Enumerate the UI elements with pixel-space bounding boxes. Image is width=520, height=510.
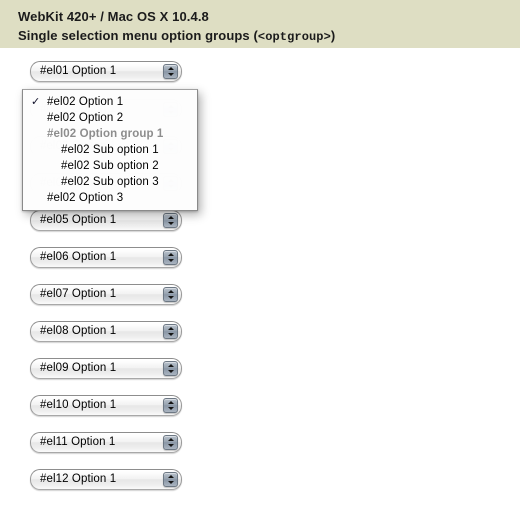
menu-item-label: #el02 Sub option 1 <box>61 144 159 156</box>
check-icon: ✓ <box>31 96 41 108</box>
select-stepper-arrows-icon[interactable] <box>163 213 178 228</box>
menu-item-label: #el02 Option 3 <box>47 192 124 204</box>
header-line2-suffix: ) <box>330 28 336 43</box>
chevron-down-icon <box>167 444 174 447</box>
chevron-up-icon <box>167 67 174 70</box>
menu-item-label: #el02 Sub option 3 <box>61 176 159 188</box>
menu-item-label: #el02 Option group 1 <box>47 128 164 140</box>
select-stepper-arrows-icon[interactable] <box>163 398 178 413</box>
select-value-el05: #el05 Option 1 <box>40 214 117 226</box>
select-el05[interactable]: #el05 Option 1 <box>30 210 182 231</box>
chevron-down-icon <box>167 296 174 299</box>
menu-item-label: #el02 Option 2 <box>47 112 124 124</box>
chevron-up-icon <box>167 327 174 330</box>
select-control-el07[interactable]: #el07 Option 1 <box>30 284 182 305</box>
chevron-down-icon <box>167 407 174 410</box>
select-stepper-arrows-icon[interactable] <box>163 64 178 79</box>
page-header: WebKit 420+ / Mac OS X 10.4.8 Single sel… <box>0 0 520 48</box>
select-control-el10[interactable]: #el10 Option 1 <box>30 395 182 416</box>
select-control-el05[interactable]: #el05 Option 1 <box>30 210 182 231</box>
select-el11[interactable]: #el11 Option 1 <box>30 432 182 453</box>
menu-option-item[interactable]: #el02 Sub option 1 <box>23 142 197 158</box>
header-line2-prefix: Single selection menu option groups ( <box>18 28 258 43</box>
select-control-el08[interactable]: #el08 Option 1 <box>30 321 182 342</box>
menu-option-item[interactable]: ✓ #el02 Option 1 <box>23 94 197 110</box>
chevron-up-icon <box>167 401 174 404</box>
select-control-el09[interactable]: #el09 Option 1 <box>30 358 182 379</box>
header-title-line1: WebKit 420+ / Mac OS X 10.4.8 <box>18 9 209 24</box>
select-control-el12[interactable]: #el12 Option 1 <box>30 469 182 490</box>
menu-item-label: #el02 Sub option 2 <box>61 160 159 172</box>
select-value-el06: #el06 Option 1 <box>40 251 117 263</box>
chevron-down-icon <box>167 259 174 262</box>
chevron-up-icon <box>167 290 174 293</box>
chevron-up-icon <box>167 253 174 256</box>
select-el06[interactable]: #el06 Option 1 <box>30 247 182 268</box>
select-el12[interactable]: #el12 Option 1 <box>30 469 182 490</box>
select-stepper-arrows-icon[interactable] <box>163 361 178 376</box>
menu-option-item[interactable]: #el02 Sub option 3 <box>23 174 197 190</box>
select-value-el09: #el09 Option 1 <box>40 362 117 374</box>
select-el01[interactable]: #el01 Option 1 <box>30 61 182 82</box>
select-stepper-arrows-icon[interactable] <box>163 287 178 302</box>
menu-option-item[interactable]: #el02 Option 3 <box>23 190 197 206</box>
select-el07[interactable]: #el07 Option 1 <box>30 284 182 305</box>
chevron-down-icon <box>167 222 174 225</box>
select-stepper-arrows-icon[interactable] <box>163 250 178 265</box>
select-value-el11: #el11 Option 1 <box>40 436 116 448</box>
select-stepper-arrows-icon[interactable] <box>163 472 178 487</box>
chevron-up-icon <box>167 475 174 478</box>
menu-option-item[interactable]: #el02 Sub option 2 <box>23 158 197 174</box>
header-title-line2: Single selection menu option groups (<op… <box>18 26 520 47</box>
menu-optgroup-label: #el02 Option group 1 <box>23 126 197 142</box>
chevron-down-icon <box>167 73 174 76</box>
select-el09[interactable]: #el09 Option 1 <box>30 358 182 379</box>
select-value-el12: #el12 Option 1 <box>40 473 117 485</box>
chevron-up-icon <box>167 364 174 367</box>
select-value-el10: #el10 Option 1 <box>40 399 117 411</box>
open-popup-menu[interactable]: ✓ #el02 Option 1 #el02 Option 2 #el02 Optio… <box>22 89 198 211</box>
chevron-up-icon <box>167 438 174 441</box>
select-control-el11[interactable]: #el11 Option 1 <box>30 432 182 453</box>
select-stepper-arrows-icon[interactable] <box>163 435 178 450</box>
menu-item-label: #el02 Option 1 <box>47 96 124 108</box>
select-control-el06[interactable]: #el06 Option 1 <box>30 247 182 268</box>
select-control-el01[interactable]: #el01 Option 1 <box>30 61 182 82</box>
chevron-up-icon <box>167 216 174 219</box>
menu-option-item[interactable]: #el02 Option 2 <box>23 110 197 126</box>
select-el10[interactable]: #el10 Option 1 <box>30 395 182 416</box>
header-line2-code: <optgroup> <box>257 30 331 44</box>
select-el08[interactable]: #el08 Option 1 <box>30 321 182 342</box>
select-value-el07: #el07 Option 1 <box>40 288 117 300</box>
select-value-el01: #el01 Option 1 <box>40 65 117 77</box>
select-stepper-arrows-icon[interactable] <box>163 324 178 339</box>
chevron-down-icon <box>167 481 174 484</box>
select-value-el08: #el08 Option 1 <box>40 325 117 337</box>
chevron-down-icon <box>167 333 174 336</box>
chevron-down-icon <box>167 370 174 373</box>
